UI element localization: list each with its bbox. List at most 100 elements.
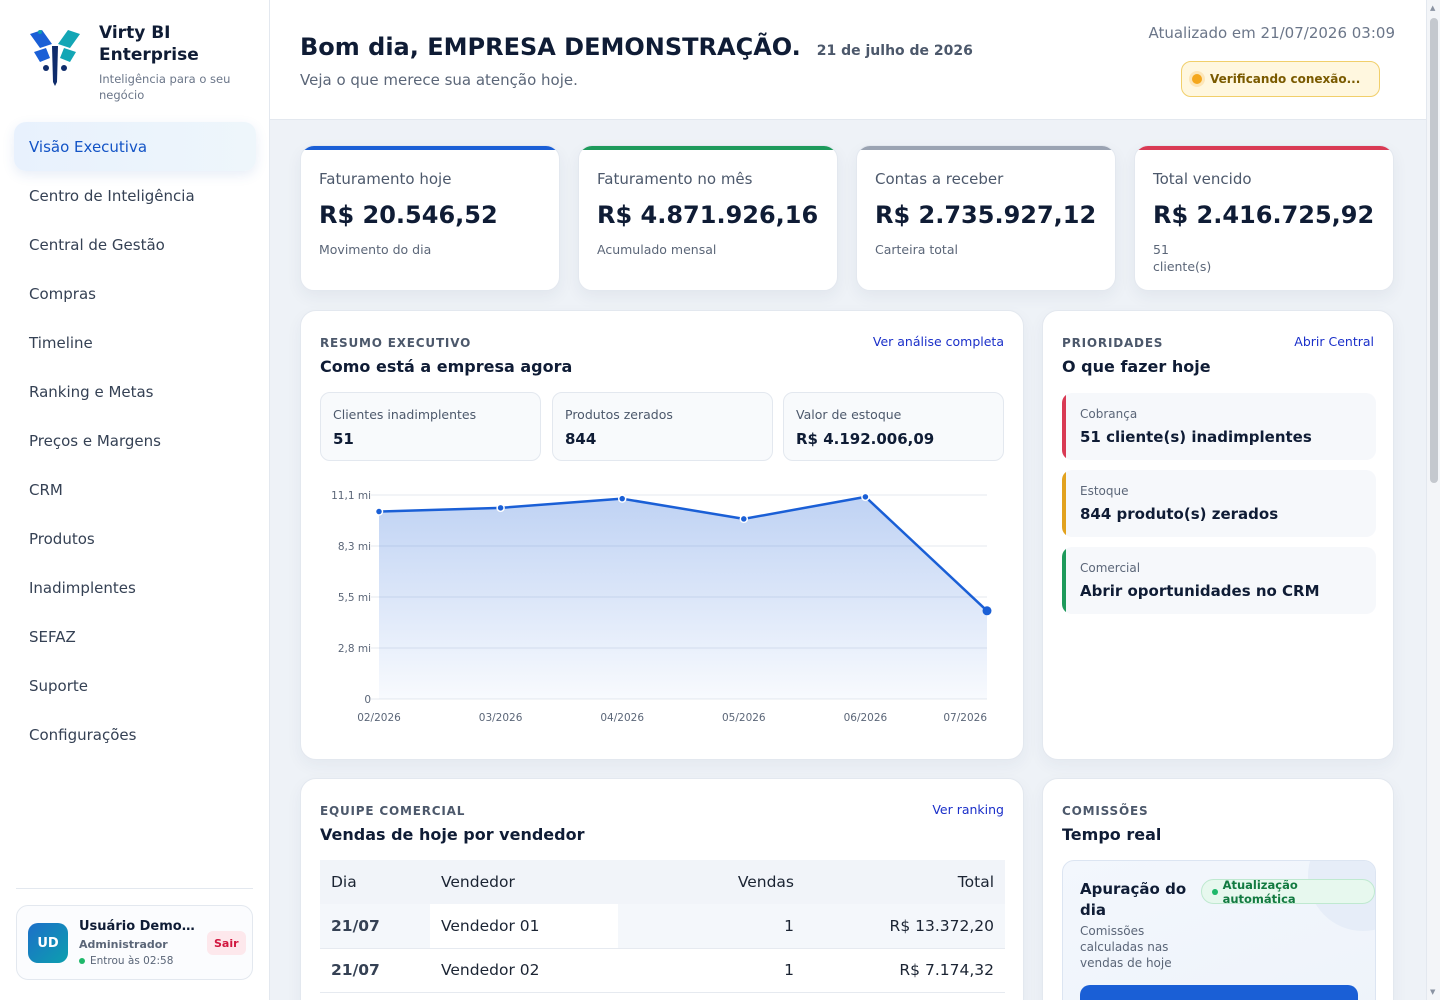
auto-update-badge: Atualização automática (1201, 877, 1375, 906)
kpi-card-faturamento-hoje[interactable]: Faturamento hoje R$ 20.546,52 Movimento … (300, 145, 560, 291)
scroll-up-icon[interactable]: ▲ (1430, 4, 1435, 12)
connection-status-badge: Verificando conexão... (1181, 61, 1380, 97)
commission-action-button[interactable] (1080, 985, 1358, 1000)
logout-button[interactable]: Sair (207, 931, 246, 955)
metric-card-valor-estoque: Valor de estoque R$ 4.192.006,09 (783, 392, 1004, 461)
commission-card-description: Comissões calculadas nas vendas de hoje (1080, 924, 1172, 970)
kpi-accent-bar (579, 146, 837, 150)
nav-item-ranking-metas[interactable]: Ranking e Metas (14, 367, 256, 416)
auto-update-icon (1212, 888, 1218, 895)
kpi-label: Total vencido (1153, 170, 1252, 188)
priority-accent-bar (1062, 547, 1066, 614)
open-central-link[interactable]: Abrir Central (1294, 334, 1374, 349)
cell-seller: Vendedor 02 (430, 948, 618, 993)
kpi-accent-bar (857, 146, 1115, 150)
nav-item-visao-executiva[interactable]: Visão Executiva (14, 122, 256, 171)
kpi-note: 51 cliente(s) (1153, 241, 1211, 275)
scroll-down-icon[interactable]: ▼ (1430, 988, 1435, 996)
table-header-row: Dia Vendedor Vendas Total (320, 860, 1005, 904)
last-updated: Atualizado em 21/07/2026 03:09 (1148, 24, 1395, 42)
kpi-accent-bar (301, 146, 559, 150)
nav-item-inadimplentes[interactable]: Inadimplentes (14, 563, 256, 612)
chart-area-fill (379, 496, 987, 699)
chart-data-point (861, 492, 870, 502)
metric-card-produtos-zerados: Produtos zerados 844 (552, 392, 773, 461)
sidebar-nav: Visão Executiva Centro de Inteligência C… (14, 122, 256, 759)
commission-card-title: Apuração do dia (1080, 880, 1187, 919)
kpi-label: Contas a receber (875, 170, 1004, 188)
scrollbar-thumb[interactable] (1430, 18, 1438, 483)
table-row[interactable]: 21/07 Vendedor 02 1 R$ 7.174,32 (320, 948, 1005, 993)
page-scrollbar[interactable]: ▲ ▼ (1426, 0, 1440, 1000)
kpi-note-unit: cliente(s) (1153, 259, 1212, 274)
sales-table: Dia Vendedor Vendas Total 21/07 Vendedor… (320, 860, 1005, 993)
brand-title: Virty BI Enterprise (99, 23, 199, 65)
kpi-note: Carteira total (875, 242, 958, 257)
kpi-value: R$ 2.735.927,12 (875, 201, 1097, 229)
nav-item-precos-margens[interactable]: Preços e Margens (14, 416, 256, 465)
cell-day: 21/07 (320, 904, 430, 949)
online-status-icon (79, 958, 85, 964)
metric-label: Clientes inadimplentes (333, 407, 477, 422)
nav-item-centro-inteligencia[interactable]: Centro de Inteligência (14, 171, 256, 220)
priority-text: 844 produto(s) zerados (1080, 505, 1279, 523)
priority-accent-bar (1062, 470, 1066, 537)
metric-card-clientes-inadimplentes: Clientes inadimplentes 51 (320, 392, 541, 461)
nav-item-compras[interactable]: Compras (14, 269, 256, 318)
nav-item-crm[interactable]: CRM (14, 465, 256, 514)
kpi-note: Acumulado mensal (597, 242, 717, 257)
priority-accent-bar (1062, 393, 1066, 460)
nav-item-sefaz[interactable]: SEFAZ (14, 612, 256, 661)
sidebar: Virty BI Enterprise Inteligência para o … (0, 0, 270, 1000)
column-header-dia[interactable]: Dia (320, 860, 430, 904)
kpi-card-faturamento-mes[interactable]: Faturamento no mês R$ 4.871.926,16 Acumu… (578, 145, 838, 291)
chart-x-tick-label: 03/2026 (479, 712, 523, 724)
column-header-vendedor[interactable]: Vendedor (430, 860, 618, 904)
priority-category: Cobrança (1080, 407, 1138, 421)
chart-x-tick-label: 06/2026 (844, 712, 888, 724)
connection-status-text: Verificando conexão... (1210, 72, 1361, 86)
kpi-accent-bar (1135, 146, 1393, 150)
priority-category: Estoque (1080, 484, 1129, 498)
column-header-vendas[interactable]: Vendas (618, 860, 805, 904)
brand: Virty BI Enterprise Inteligência para o … (28, 22, 234, 103)
page-title: Bom dia, EMPRESA DEMONSTRAÇÃO. (300, 33, 801, 61)
chart-data-point (374, 507, 384, 516)
page-subtitle: Veja o que merece sua atenção hoje. (300, 71, 578, 89)
nav-item-central-gestao[interactable]: Central de Gestão (14, 220, 256, 269)
nav-item-timeline[interactable]: Timeline (14, 318, 256, 367)
chart-x-tick-label: 05/2026 (722, 712, 766, 724)
section-title: O que fazer hoje (1062, 357, 1211, 376)
chart-x-tick-label: 02/2026 (357, 712, 401, 724)
user-name: Usuário Demons... (79, 919, 201, 934)
nav-item-produtos[interactable]: Produtos (14, 514, 256, 563)
full-analysis-link[interactable]: Ver análise completa (873, 334, 1004, 349)
priority-item-estoque[interactable]: Estoque 844 produto(s) zerados (1062, 470, 1376, 537)
revenue-area-chart: 0 2,8 mi 5,5 mi 8,3 mi 11,1 mi 02/2026 03/2026… (331, 490, 992, 724)
table-row[interactable]: 21/07 Vendedor 01 1 R$ 13.372,20 (320, 904, 1005, 949)
view-ranking-link[interactable]: Ver ranking (932, 802, 1004, 817)
chart-x-tick-label: 04/2026 (600, 712, 644, 724)
metric-label: Valor de estoque (796, 407, 902, 422)
priority-item-comercial[interactable]: Comercial Abrir oportunidades no CRM (1062, 547, 1376, 614)
metric-value: R$ 4.192.006,09 (796, 430, 935, 448)
auto-update-text: Atualização automática (1222, 877, 1298, 906)
kpi-card-total-vencido[interactable]: Total vencido R$ 2.416.725,92 51 cliente… (1134, 145, 1394, 291)
chart-y-tick-label: 5,5 mi (338, 592, 371, 604)
nav-item-configuracoes[interactable]: Configurações (14, 710, 256, 759)
priority-category: Comercial (1080, 561, 1141, 575)
kpi-card-contas-receber[interactable]: Contas a receber R$ 2.735.927,12 Carteir… (856, 145, 1116, 291)
kpi-value: R$ 4.871.926,16 (597, 201, 819, 229)
priorities-panel: PRIORIDADES O que fazer hoje Abrir Centr… (1042, 310, 1394, 760)
kpi-note-count: 51 (1153, 242, 1169, 257)
sidebar-divider (16, 888, 253, 889)
priority-item-cobranca[interactable]: Cobrança 51 cliente(s) inadimplentes (1062, 393, 1376, 460)
section-title: Tempo real (1062, 825, 1162, 844)
brand-logo-icon (30, 30, 80, 86)
priority-text: Abrir oportunidades no CRM (1080, 582, 1320, 600)
column-header-total[interactable]: Total (805, 860, 1005, 904)
user-login-time: Entrou às 02:58 (90, 955, 174, 967)
user-card: UD Usuário Demons... Administrador Entro… (16, 905, 253, 980)
chart-data-point (617, 494, 627, 503)
nav-item-suporte[interactable]: Suporte (14, 661, 256, 710)
